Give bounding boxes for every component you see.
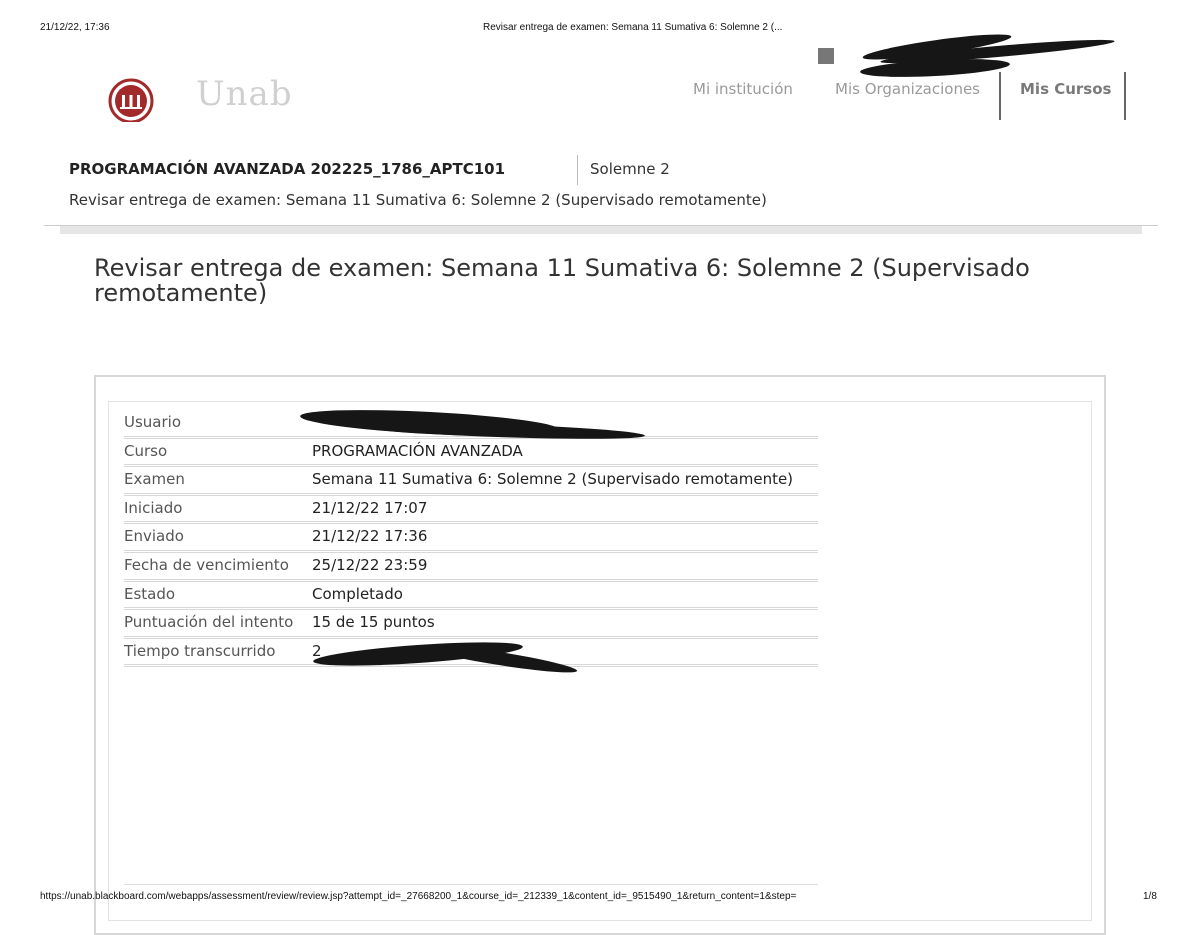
table-row: Fecha de vencimiento 25/12/22 23:59 (124, 553, 818, 582)
print-page-number: 1/8 (1143, 891, 1157, 902)
table-bottom-rule (124, 884, 818, 885)
table-row: Enviado 21/12/22 17:36 (124, 524, 818, 553)
logo-wordmark: Unab (196, 74, 293, 114)
table-row: Iniciado 21/12/22 17:07 (124, 496, 818, 525)
breadcrumb-current-page: Revisar entrega de examen: Semana 11 Sum… (69, 191, 767, 209)
value-status: Completado (312, 584, 403, 603)
label-started: Iniciado (124, 498, 183, 517)
nav-my-organizations[interactable]: Mis Organizaciones (835, 80, 980, 98)
label-submitted: Enviado (124, 527, 184, 546)
nav-divider (1124, 72, 1126, 120)
nav-my-courses[interactable]: Mis Cursos (1020, 80, 1111, 98)
value-exam: Semana 11 Sumativa 6: Solemne 2 (Supervi… (312, 470, 794, 489)
breadcrumb-divider (577, 155, 578, 185)
breadcrumb-course[interactable]: PROGRAMACIÓN AVANZADA 202225_1786_APTC10… (69, 160, 505, 178)
value-attempt-score: 15 de 15 puntos (312, 613, 435, 632)
label-attempt-score: Puntuación del intento (124, 613, 294, 632)
header-bar (60, 226, 1142, 234)
value-course: PROGRAMACIÓN AVANZADA (312, 441, 523, 460)
user-avatar-icon[interactable] (818, 48, 834, 64)
table-row: Estado Completado (124, 582, 818, 611)
nav-divider (999, 72, 1001, 120)
university-seal-icon (108, 78, 154, 122)
label-course: Curso (124, 441, 168, 460)
print-url: https://unab.blackboard.com/webapps/asse… (40, 891, 797, 902)
label-exam: Examen (124, 470, 185, 489)
print-datetime: 21/12/22, 17:36 (40, 22, 110, 33)
attempt-details-table: Usuario Curso PROGRAMACIÓN AVANZADA Exam… (124, 410, 818, 668)
nav-my-institution[interactable]: Mi institución (693, 80, 793, 98)
table-row: Puntuación del intento 15 de 15 puntos (124, 610, 818, 639)
label-due-date: Fecha de vencimiento (124, 555, 289, 574)
label-time-elapsed: Tiempo transcurrido (124, 641, 276, 660)
value-started: 21/12/22 17:07 (312, 498, 428, 517)
breadcrumb-content-item[interactable]: Solemne 2 (590, 160, 670, 178)
label-status: Estado (124, 584, 176, 603)
table-row: Examen Semana 11 Sumativa 6: Solemne 2 (… (124, 467, 818, 496)
table-row: Curso PROGRAMACIÓN AVANZADA (124, 439, 818, 468)
unab-logo[interactable]: Unab (108, 74, 308, 122)
value-submitted: 21/12/22 17:36 (312, 527, 428, 546)
label-user: Usuario (124, 413, 182, 431)
value-due-date: 25/12/22 23:59 (312, 555, 428, 574)
print-title: Revisar entrega de examen: Semana 11 Sum… (483, 22, 783, 33)
page-title: Revisar entrega de examen: Semana 11 Sum… (94, 254, 1030, 307)
